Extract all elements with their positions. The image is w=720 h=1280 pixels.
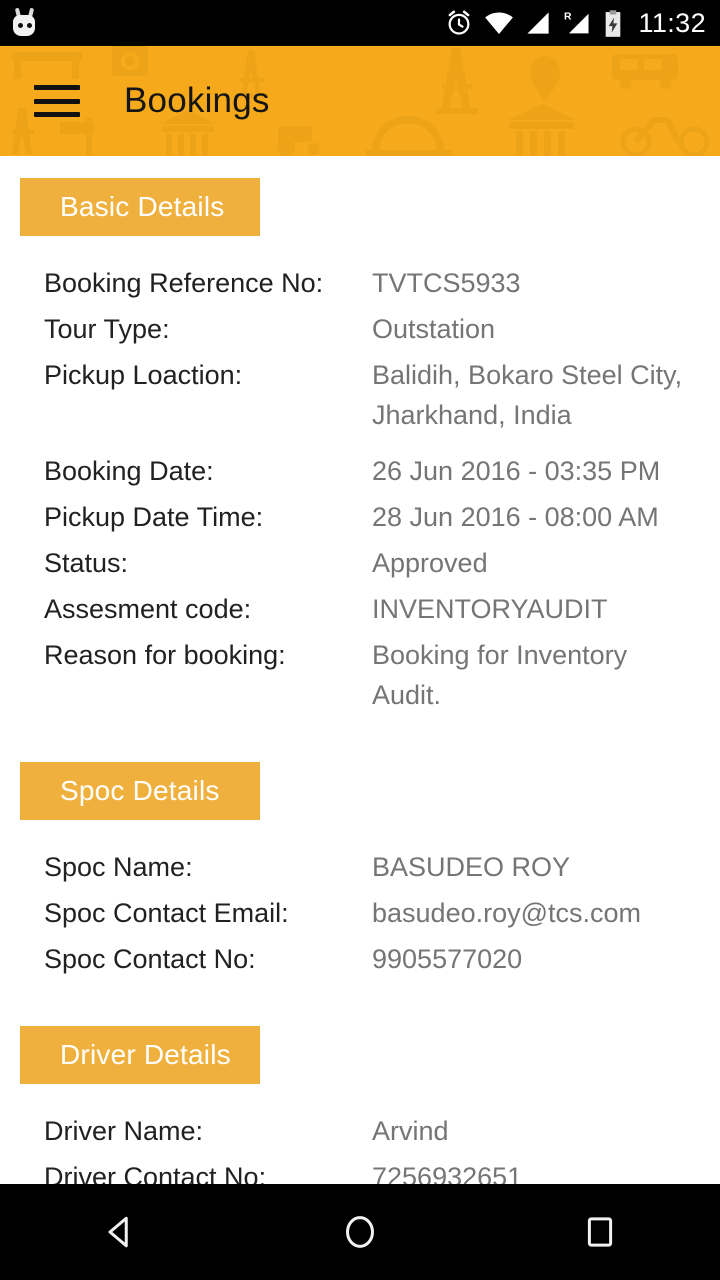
- detail-row: Pickup Loaction: Balidih, Bokaro Steel C…: [0, 352, 720, 436]
- detail-row: Spoc Contact No: 9905577020: [0, 936, 720, 982]
- driver-phone-value[interactable]: 7256932651: [372, 1154, 522, 1184]
- detail-row: Assesment code: INVENTORYAUDIT: [0, 586, 720, 632]
- section-header-basic-details: Basic Details: [20, 178, 260, 236]
- detail-row: Booking Reference No: TVTCS5933: [0, 260, 720, 306]
- travel-pattern-background-icon: [12, 46, 710, 156]
- section-rows-driver-details: Driver Name: Arvind Driver Contact No: 7…: [0, 1108, 720, 1184]
- back-triangle-icon: [108, 1216, 128, 1248]
- detail-label: Assesment code:: [44, 594, 252, 624]
- detail-row: Driver Name: Arvind: [0, 1108, 720, 1154]
- detail-value: Balidih, Bokaro Steel City, Jharkhand, I…: [372, 360, 683, 430]
- wifi-icon: [485, 12, 514, 34]
- detail-row: Tour Type: Outstation: [0, 306, 720, 352]
- signal-icon: [527, 12, 550, 34]
- status-bar-icons: R 11:32: [445, 8, 706, 39]
- battery-charging-icon: [606, 9, 621, 37]
- recents-square-icon: [587, 1217, 613, 1247]
- status-badge: Approved: [372, 548, 488, 578]
- detail-row: Pickup Date Time: 28 Jun 2016 - 08:00 AM: [0, 494, 720, 540]
- nav-home-button[interactable]: [300, 1184, 420, 1280]
- detail-label: Spoc Contact No:: [44, 944, 256, 974]
- hamburger-menu-icon[interactable]: [34, 85, 80, 117]
- nav-recents-button[interactable]: [540, 1184, 660, 1280]
- detail-row: Spoc Name: BASUDEO ROY: [0, 844, 720, 890]
- detail-label: Driver Contact No:: [44, 1162, 267, 1184]
- section-header-driver-details: Driver Details: [20, 1026, 260, 1084]
- status-bar: R 11:32: [0, 0, 720, 46]
- detail-label: Spoc Name:: [44, 852, 193, 882]
- detail-label: Booking Reference No:: [44, 268, 324, 298]
- detail-label: Driver Name:: [44, 1116, 204, 1146]
- detail-value: BASUDEO ROY: [372, 852, 571, 882]
- section-rows-basic-details: Booking Reference No: TVTCS5933 Tour Typ…: [0, 260, 720, 716]
- detail-label: Booking Date:: [44, 456, 214, 486]
- detail-value: Outstation: [372, 314, 496, 344]
- svg-text:R: R: [564, 12, 572, 23]
- home-circle-icon: [346, 1216, 374, 1248]
- detail-value: Arvind: [372, 1116, 449, 1146]
- detail-row: Driver Contact No: 7256932651: [0, 1154, 720, 1184]
- detail-value: TVTCS5933: [372, 268, 521, 298]
- spoc-phone-value[interactable]: 9905577020: [372, 936, 522, 982]
- detail-label: Reason for booking:: [44, 640, 286, 670]
- status-bar-clock: 11:32: [638, 7, 706, 38]
- page-title: Bookings: [124, 81, 270, 120]
- detail-row: Booking Date: 26 Jun 2016 - 03:35 PM: [0, 448, 720, 494]
- detail-label: Tour Type:: [44, 314, 170, 344]
- detail-row: Status: Approved: [0, 540, 720, 586]
- detail-label: Pickup Loaction:: [44, 360, 243, 390]
- roaming-signal-icon: R: [564, 12, 589, 34]
- alarm-icon: [448, 10, 470, 35]
- section-header-spoc-details: Spoc Details: [20, 762, 260, 820]
- detail-label: Pickup Date Time:: [44, 502, 264, 532]
- detail-value: INVENTORYAUDIT: [372, 594, 608, 624]
- booking-details-scroll[interactable]: Basic Details Booking Reference No: TVTC…: [0, 156, 720, 1184]
- spoc-email-value[interactable]: basudeo.roy@tcs.com: [372, 890, 641, 936]
- detail-label: Spoc Contact Email:: [44, 898, 289, 928]
- detail-row: Spoc Contact Email: basudeo.roy@tcs.com: [0, 890, 720, 936]
- detail-row: Reason for booking: Booking for Inventor…: [0, 632, 720, 716]
- detail-value: Booking for Inventory Audit.: [372, 640, 628, 710]
- detail-label: Status:: [44, 548, 129, 578]
- nav-back-button[interactable]: [60, 1184, 180, 1280]
- app-bar: Bookings: [0, 46, 720, 156]
- detail-value: 28 Jun 2016 - 08:00 AM: [372, 502, 659, 532]
- cyanogenmod-logo-icon: [10, 7, 38, 38]
- android-navigation-bar: [0, 1184, 720, 1280]
- detail-value: 26 Jun 2016 - 03:35 PM: [372, 456, 661, 486]
- section-rows-spoc-details: Spoc Name: BASUDEO ROY Spoc Contact Emai…: [0, 844, 720, 982]
